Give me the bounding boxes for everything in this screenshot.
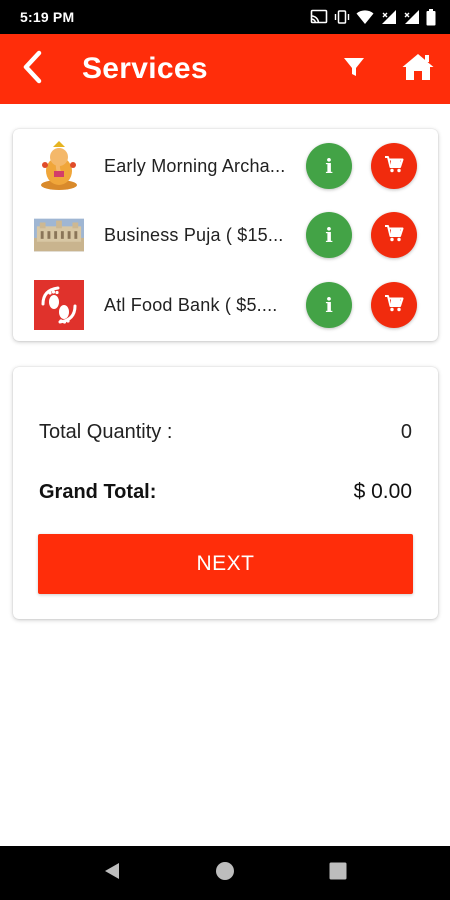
- info-icon: i: [325, 293, 333, 317]
- status-icons: [310, 8, 436, 26]
- vibrate-icon: [334, 9, 350, 25]
- info-button[interactable]: i: [306, 212, 352, 258]
- totals-card: Total Quantity : 0 Grand Total: $ 0.00 N…: [13, 367, 438, 619]
- status-time: 5:19 PM: [20, 9, 75, 25]
- cast-icon: [310, 9, 328, 25]
- back-button[interactable]: [0, 34, 64, 104]
- status-bar: 5:19 PM: [0, 0, 450, 34]
- cart-icon: [384, 224, 404, 247]
- services-card: Early Morning Archa... i Business Puja (…: [13, 129, 438, 341]
- signal-icon: [380, 9, 397, 25]
- service-row[interactable]: Early Morning Archa... i: [13, 136, 438, 196]
- filter-icon: [342, 55, 366, 84]
- service-row[interactable]: Atl Food Bank ( $5.... i: [13, 275, 438, 335]
- home-button[interactable]: [386, 34, 450, 104]
- service-row[interactable]: Business Puja ( $15... i: [13, 205, 438, 265]
- info-button[interactable]: i: [306, 143, 352, 189]
- battery-icon: [426, 8, 436, 26]
- total-quantity-label: Total Quantity :: [39, 421, 173, 443]
- wifi-icon: [356, 9, 374, 25]
- service-name: Atl Food Bank ( $5....: [104, 294, 278, 315]
- grand-total-label: Grand Total:: [39, 480, 157, 503]
- service-name: Early Morning Archa...: [104, 155, 286, 176]
- grand-total-value: $ 0.00: [353, 480, 412, 503]
- service-name: Business Puja ( $15...: [104, 224, 284, 245]
- info-button[interactable]: i: [306, 282, 352, 328]
- footprints-logo: [34, 280, 84, 330]
- total-quantity-row: Total Quantity : 0: [39, 421, 412, 444]
- chevron-left-icon: [21, 50, 43, 89]
- add-to-cart-button[interactable]: [371, 282, 417, 328]
- filter-button[interactable]: [322, 34, 386, 104]
- info-icon: i: [325, 154, 333, 178]
- home-circle-icon: [215, 861, 235, 886]
- total-quantity-value: 0: [400, 421, 412, 443]
- page-title: Services: [82, 52, 208, 85]
- info-icon: i: [325, 223, 333, 247]
- add-to-cart-button[interactable]: [371, 143, 417, 189]
- home-icon: [401, 52, 435, 87]
- recents-square-icon: [329, 862, 347, 885]
- nav-home-button[interactable]: [205, 853, 245, 893]
- system-nav-bar: [0, 846, 450, 900]
- app-bar: Services: [0, 34, 450, 104]
- temple-image: [34, 210, 84, 260]
- back-triangle-icon: [102, 861, 122, 886]
- add-to-cart-button[interactable]: [371, 212, 417, 258]
- ganesha-image: [34, 141, 84, 191]
- signal-icon-2: [403, 9, 420, 25]
- nav-back-button[interactable]: [92, 853, 132, 893]
- next-button[interactable]: NEXT: [38, 534, 413, 594]
- cart-icon: [384, 294, 404, 317]
- cart-icon: [384, 155, 404, 178]
- grand-total-row: Grand Total: $ 0.00: [39, 480, 412, 504]
- nav-recents-button[interactable]: [318, 853, 358, 893]
